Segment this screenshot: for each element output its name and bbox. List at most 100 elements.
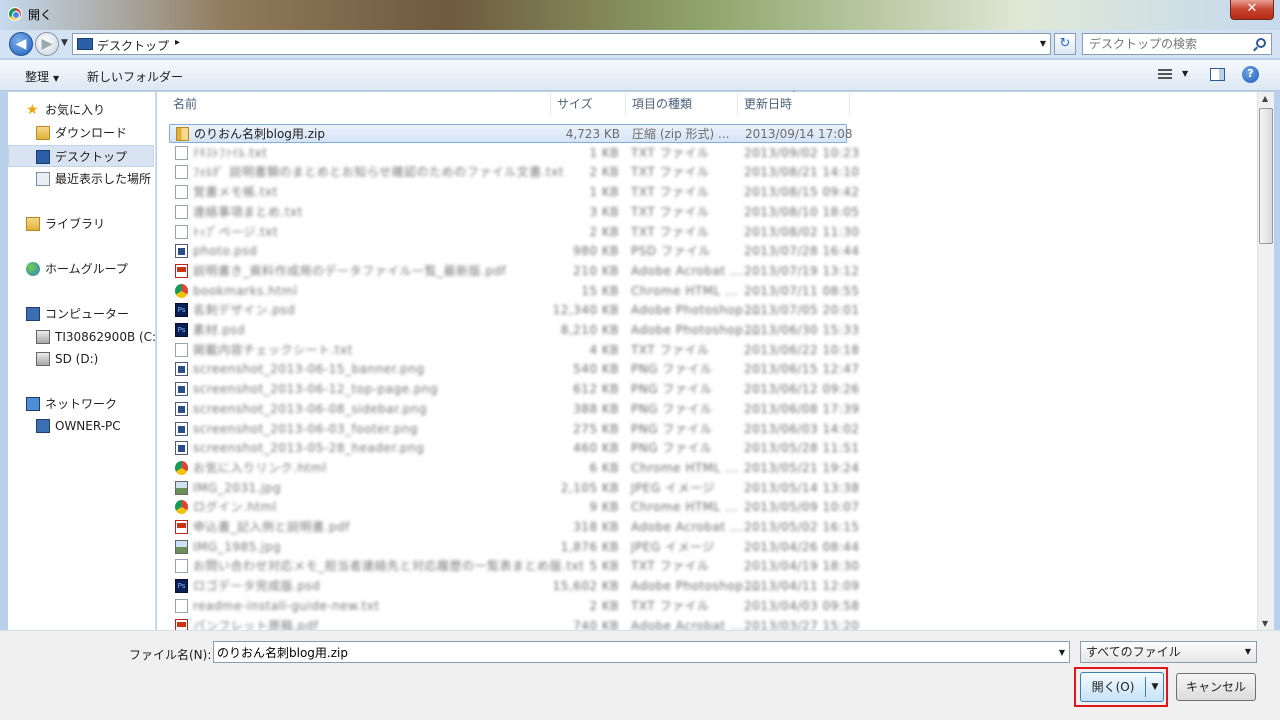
preview-pane-icon[interactable]: [1210, 68, 1225, 81]
file-row[interactable]: ﾃｷｽﾄﾌｧｲﾙ.txt 1 KB TXT ファイル 2013/09/02 10:23: [169, 144, 859, 163]
organize-button[interactable]: 整理 ▼: [25, 68, 59, 85]
sidebar-item-downloads[interactable]: ダウンロード: [8, 122, 154, 144]
file-row[interactable]: bookmarks.html 15 KB Chrome HTML ... 2013/0…: [169, 282, 859, 301]
change-view-icon[interactable]: [1158, 69, 1172, 81]
file-row[interactable]: ログイン.html 9 KB Chrome HTML ... 2013/05/09 1…: [169, 498, 859, 517]
file-row[interactable]: IMG_1985.jpg 1,876 KB JPEG イメージ 2013/04/26 …: [169, 538, 859, 557]
file-row[interactable]: readme-install-guide-new.txt 2 KB TXT ファイル…: [169, 597, 859, 616]
filename-input[interactable]: [217, 644, 1037, 660]
file-row[interactable]: 連絡事項まとめ.txt 3 KB TXT ファイル 2013/08/10 18:05: [169, 203, 859, 222]
pdf-file-icon: [175, 263, 188, 278]
file-row[interactable]: Ps 素材.psd 8,210 KB Adobe Photoshop ... 2013/…: [169, 321, 859, 340]
sidebar-item-drive-c[interactable]: TI30862900B (C:): [8, 326, 161, 348]
open-button-label[interactable]: 開く(O): [1081, 673, 1145, 701]
chrome-html-icon: [175, 500, 188, 515]
file-name: 申込書_記入例と説明書.pdf: [193, 520, 350, 534]
file-size: 4 KB: [589, 342, 619, 357]
sidebar-item-label: ライブラリ: [45, 217, 106, 231]
breadcrumb-desktop[interactable]: デスクトップ: [97, 37, 169, 54]
file-date: 2013/06/12 09:26: [744, 382, 860, 397]
file-type-select[interactable]: すべてのファイル ▼: [1080, 641, 1257, 663]
open-options-dropdown-icon[interactable]: ▼: [1147, 674, 1163, 700]
file-row[interactable]: IMG_2031.jpg 2,105 KB JPEG イメージ 2013/05/14 …: [169, 479, 859, 498]
file-size: 275 KB: [573, 421, 619, 436]
chrome-html-icon: [175, 460, 188, 475]
file-type: TXT ファイル: [631, 342, 710, 357]
vertical-scrollbar[interactable]: ▲ ▼: [1257, 92, 1274, 630]
cancel-button[interactable]: キャンセル: [1176, 673, 1256, 701]
file-row[interactable]: screenshot_2013-06-12_top-page.png 612 KB…: [169, 380, 859, 399]
sidebar-item-drive-d[interactable]: SD (D:): [8, 348, 154, 370]
sidebar-item-label: 最近表示した場所: [55, 172, 152, 186]
recent-pages-dropdown-icon[interactable]: ▼: [61, 38, 68, 48]
file-row[interactable]: screenshot_2013-06-08_sidebar.png 388 KB P…: [169, 400, 859, 419]
file-row[interactable]: screenshot_2013-06-03_footer.png 275 KB PN…: [169, 420, 859, 439]
file-name: 名刺デザイン.psd: [193, 303, 296, 318]
new-folder-button[interactable]: 新しいフォルダー: [87, 68, 183, 85]
breadcrumb-chevron-icon[interactable]: ▸: [175, 37, 180, 48]
file-type: JPEG イメージ: [631, 480, 715, 495]
search-icon[interactable]: [1256, 38, 1266, 48]
refresh-button[interactable]: ↻: [1054, 33, 1076, 55]
open-button[interactable]: 開く(O) ▼: [1080, 672, 1164, 702]
sidebar-item-computer[interactable]: コンピューター: [8, 303, 154, 325]
file-type: Adobe Photoshop ...: [631, 323, 761, 337]
photoshop-file-icon: Ps: [175, 303, 188, 318]
filename-combobox[interactable]: ▼: [213, 641, 1070, 663]
file-row[interactable]: お問い合わせ対応メモ_担当者連絡先と対応履歴の一覧表まとめ版.txt 5 KB TX…: [169, 557, 859, 576]
network-icon: [26, 397, 40, 411]
address-dropdown-icon[interactable]: ▼: [1040, 39, 1046, 48]
scrollbar-thumb[interactable]: [1259, 108, 1273, 244]
file-date: 2013/08/10 18:05: [744, 204, 860, 219]
file-name: 連絡事項まとめ.txt: [193, 204, 303, 219]
sidebar-item-libraries[interactable]: ライブラリ: [8, 213, 154, 235]
file-size: 2 KB: [589, 224, 619, 239]
address-bar[interactable]: デスクトップ ▸ ▼: [72, 33, 1051, 55]
chevron-down-icon: ▼: [1244, 647, 1251, 656]
file-type: TXT ファイル: [631, 185, 710, 200]
sidebar-item-owner-pc[interactable]: OWNER-PC: [8, 415, 154, 437]
close-button[interactable]: ✕: [1230, 0, 1274, 20]
scroll-up-icon[interactable]: ▲: [1262, 94, 1268, 103]
file-type: PNG ファイル: [631, 382, 713, 397]
file-date: 2013/06/22 10:18: [744, 342, 860, 357]
file-row[interactable]: Ps 名刺デザイン.psd 12,340 KB Adobe Photoshop ...…: [169, 301, 859, 320]
forward-button[interactable]: ▶: [35, 32, 59, 56]
file-row[interactable]: ﾄｯﾌﾟページ.txt 2 KB TXT ファイル 2013/08/02 11:30: [169, 223, 859, 242]
sidebar-item-desktop[interactable]: デスクトップ: [8, 145, 154, 167]
chevron-down-icon[interactable]: ▼: [1059, 648, 1065, 657]
help-icon[interactable]: ?: [1242, 66, 1259, 83]
file-row[interactable]: 説明書き_資料作成用のデータファイル一覧_最新版.pdf 210 KB Adobe …: [169, 262, 859, 281]
text-file-icon: [175, 204, 188, 219]
column-header-size[interactable]: サイズ: [551, 92, 626, 116]
search-input[interactable]: [1089, 36, 1249, 52]
sidebar-item-favorites[interactable]: ★ お気に入り: [8, 99, 154, 121]
file-row[interactable]: screenshot_2013-06-15_banner.png 540 KB PN…: [169, 360, 859, 379]
pc-icon: [36, 419, 50, 433]
view-options-dropdown-icon[interactable]: ▼: [1182, 69, 1188, 78]
file-name: 説明書き_資料作成用のデータファイル一覧_最新版.pdf: [193, 263, 507, 278]
file-row[interactable]: Ps ロゴデータ完成版.psd 15,602 KB Adobe Photoshop .…: [169, 577, 859, 596]
column-header-type[interactable]: 項目の種類: [626, 92, 738, 116]
photoshop-file-icon: Ps: [175, 579, 188, 594]
column-header-name[interactable]: 名前: [167, 92, 551, 116]
scroll-down-icon[interactable]: ▼: [1262, 619, 1268, 628]
file-row[interactable]: のりおん名刺blog用.zip 4,723 KB 圧縮 (zip 形式) ... 20…: [169, 124, 853, 143]
back-button[interactable]: ◀: [9, 32, 33, 56]
folder-icon: [36, 126, 50, 140]
file-row[interactable]: 覚書メモ帳.txt 1 KB TXT ファイル 2013/08/15 09:42: [169, 183, 859, 202]
sidebar-item-homegroup[interactable]: ホームグループ: [8, 258, 154, 280]
file-date: 2013/05/21 19:24: [744, 460, 860, 475]
file-type: PNG ファイル: [631, 401, 713, 416]
file-name: お気に入りリンク.html: [193, 460, 327, 475]
file-row[interactable]: お気に入りリンク.html 6 KB Chrome HTML ... 2013/05/…: [169, 459, 859, 478]
file-row[interactable]: screenshot_2013-05-28_header.png 460 KB PN…: [169, 439, 859, 458]
file-size: 6 KB: [589, 460, 619, 475]
sidebar-item-recent-places[interactable]: 最近表示した場所: [8, 168, 154, 190]
file-row[interactable]: 申込書_記入例と説明書.pdf 318 KB Adobe Acrobat ... 20…: [169, 518, 859, 537]
search-box[interactable]: [1082, 33, 1272, 55]
file-row[interactable]: ﾌｫﾙﾀﾞ 説明書類のまとめとお知らせ確認のためのファイル文書.txt 2 KB T…: [169, 163, 859, 182]
sidebar-item-network[interactable]: ネットワーク: [8, 393, 154, 415]
file-row[interactable]: 掲載内容チェックシート.txt 4 KB TXT ファイル 2013/06/22 10…: [169, 341, 859, 360]
file-row[interactable]: photo.psd 980 KB PSD ファイル 2013/07/28 16:44: [169, 242, 859, 261]
